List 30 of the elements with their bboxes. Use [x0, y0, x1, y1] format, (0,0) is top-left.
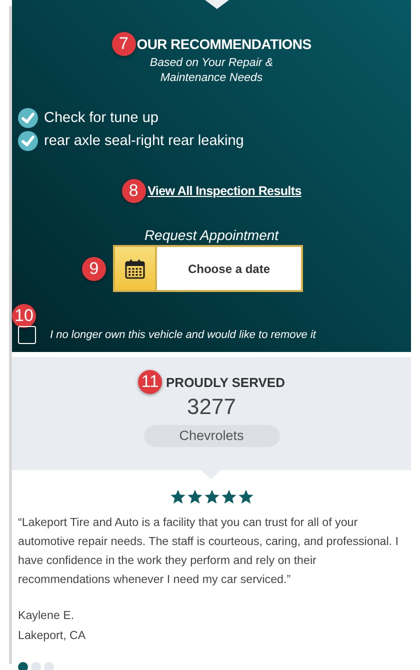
- recommendation-text: Check for tune up: [44, 110, 158, 126]
- number-badge: 8: [122, 179, 146, 203]
- star-icon: [170, 489, 186, 505]
- carousel-dot[interactable]: [44, 662, 54, 670]
- appointment-label: Request Appointment: [144, 227, 279, 243]
- author-name: Kaylene E.: [18, 608, 76, 624]
- star-icon: [220, 489, 236, 505]
- pointer-notch: [205, 0, 229, 9]
- number-badge: 11: [138, 370, 162, 394]
- star-icon: [238, 489, 254, 505]
- make-tag: Chevrolets: [144, 425, 280, 447]
- calendar-icon: [125, 258, 145, 278]
- testimonial-quote: “Lakeport Tire and Auto is a facility that you can trust for all of your automotive repair needs. The staff is courteous, caring, and professional. I have confidence in the work they perform and rely on their recommendations whenever I need my car serviced.”: [18, 515, 400, 588]
- number-badge: 10: [12, 304, 36, 328]
- section-title: OUR RECOMMENDATIONS: [136, 36, 312, 52]
- star-icon: [204, 489, 220, 505]
- carousel-dot[interactable]: [31, 662, 41, 670]
- author-location: Lakeport, CA: [18, 628, 87, 644]
- served-count: 3277: [187, 394, 236, 420]
- recommendation-text: rear axle seal-right rear leaking: [44, 133, 244, 149]
- choose-date-button[interactable]: Choose a date: [113, 245, 303, 292]
- number-badge: 9: [82, 256, 106, 280]
- checkbox[interactable]: [18, 326, 36, 344]
- checkbox-label: I no longer own this vehicle and would like to remove it: [50, 329, 316, 341]
- inspection-results-link[interactable]: View All Inspection Results: [148, 184, 302, 198]
- carousel-dot[interactable]: [18, 662, 28, 670]
- section-title: PROUDLY SERVED: [166, 374, 285, 390]
- section-subtitle: Based on Your Repair & Maintenance Needs: [148, 56, 274, 86]
- number-badge: 7: [112, 32, 136, 56]
- star-icon: [186, 489, 202, 505]
